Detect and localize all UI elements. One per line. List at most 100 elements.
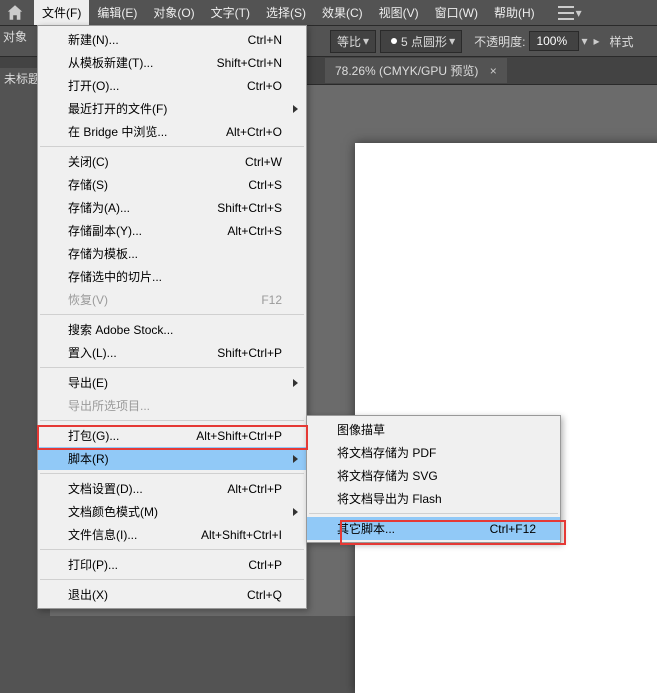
menu-item-label: 文档颜色模式(M) xyxy=(68,503,158,520)
menu-item[interactable]: 存储(S) Ctrl+S xyxy=(38,173,306,196)
menu-item[interactable]: 文件信息(I)...Alt+Shift+Ctrl+I xyxy=(38,523,306,546)
menu-item[interactable]: 打印(P)... Ctrl+P xyxy=(38,553,306,576)
menu-item[interactable]: 存储选中的切片... xyxy=(38,265,306,288)
menu-item[interactable]: 搜索 Adobe Stock... xyxy=(38,318,306,341)
menu-shortcut: Ctrl+Q xyxy=(247,588,282,602)
menu-item-label: 将文档存储为 SVG xyxy=(337,467,438,484)
menu-separator xyxy=(40,420,304,421)
menu-separator xyxy=(309,513,558,514)
style-label: 样式 xyxy=(610,33,634,50)
scale-mode-select[interactable]: 等比 ▾ xyxy=(330,30,376,53)
menu-item[interactable]: 效果(C) xyxy=(314,0,371,25)
menu-item[interactable]: 打包(G)... Alt+Shift+Ctrl+P xyxy=(38,424,306,447)
menu-item[interactable]: 存储为模板... xyxy=(38,242,306,265)
menu-separator xyxy=(40,473,304,474)
menu-item[interactable]: 在 Bridge 中浏览... Alt+Ctrl+O xyxy=(38,120,306,143)
menu-shortcut: Shift+Ctrl+N xyxy=(217,56,282,70)
menu-item[interactable]: 编辑(E) xyxy=(89,0,145,25)
menu-separator xyxy=(40,314,304,315)
menu-item-label: 其它脚本... xyxy=(337,520,395,537)
menu-item-label: 存储(S) xyxy=(68,176,108,193)
menu-item[interactable]: 退出(X) Ctrl+Q xyxy=(38,583,306,606)
menu-shortcut: Alt+Shift+Ctrl+P xyxy=(196,429,282,443)
menu-shortcut: Ctrl+S xyxy=(248,178,282,192)
chevron-right-icon[interactable]: ▸ xyxy=(593,34,599,48)
menu-item-label: 图像描草 xyxy=(337,421,385,438)
chevron-right-icon xyxy=(293,105,298,113)
chevron-right-icon xyxy=(293,455,298,463)
menu-item[interactable]: 选择(S) xyxy=(258,0,314,25)
menubar: 文件(F)编辑(E)对象(O)文字(T)选择(S)效果(C)视图(V)窗口(W)… xyxy=(0,0,657,25)
menu-item-label: 从模板新建(T)... xyxy=(68,54,153,71)
menu-item-label: 导出所选项目... xyxy=(68,397,150,414)
menu-item[interactable]: 导出(E) xyxy=(38,371,306,394)
menu-item-label: 搜索 Adobe Stock... xyxy=(68,321,173,338)
menu-item[interactable]: 置入(L)... Shift+Ctrl+P xyxy=(38,341,306,364)
menu-item[interactable]: 存储为(A)... Shift+Ctrl+S xyxy=(38,196,306,219)
menu-item-label: 关闭(C) xyxy=(68,153,109,170)
menu-item-label: 打包(G)... xyxy=(68,427,119,444)
opacity-label: 不透明度: xyxy=(474,33,525,50)
menu-item[interactable]: 文字(T) xyxy=(203,0,258,25)
menu-item[interactable]: 关闭(C) Ctrl+W xyxy=(38,150,306,173)
menu-item[interactable]: 脚本(R) xyxy=(38,447,306,470)
menu-item[interactable]: 其它脚本... Ctrl+F12 xyxy=(307,517,560,540)
menu-item-label: 打开(O)... xyxy=(68,77,119,94)
menu-item-label: 将文档导出为 Flash xyxy=(337,490,442,507)
menu-item[interactable]: 窗口(W) xyxy=(427,0,486,25)
menu-separator xyxy=(40,367,304,368)
menu-item[interactable]: 帮助(H) xyxy=(486,0,543,25)
menu-item-label: 存储副本(Y)... xyxy=(68,222,142,239)
menu-item-label: 置入(L)... xyxy=(68,344,117,361)
tab-title: 78.26% (CMYK/GPU 预览) xyxy=(335,64,478,78)
home-icon[interactable] xyxy=(6,4,24,22)
menu-item[interactable]: 存储副本(Y)...Alt+Ctrl+S xyxy=(38,219,306,242)
menu-item[interactable]: 文档颜色模式(M) xyxy=(38,500,306,523)
menu-item-label: 最近打开的文件(F) xyxy=(68,100,167,117)
menu-item-label: 存储为模板... xyxy=(68,245,138,262)
menu-item[interactable]: 对象(O) xyxy=(145,0,202,25)
menu-shortcut: Ctrl+P xyxy=(248,558,282,572)
menu-item[interactable]: 新建(N)...Ctrl+N xyxy=(38,28,306,51)
file-menu-dropdown: 新建(N)...Ctrl+N 从模板新建(T)... Shift+Ctrl+N 打开(… xyxy=(37,25,307,609)
menu-item-label: 打印(P)... xyxy=(68,556,118,573)
chevron-down-icon[interactable]: ▾ xyxy=(581,34,587,48)
menu-item: 导出所选项目... xyxy=(38,394,306,417)
menu-item-label: 将文档存储为 PDF xyxy=(337,444,436,461)
menu-shortcut: F12 xyxy=(261,293,282,307)
menu-item[interactable]: 打开(O)... Ctrl+O xyxy=(38,74,306,97)
menu-item[interactable]: 将文档导出为 Flash xyxy=(307,487,560,510)
menu-item-label: 存储为(A)... xyxy=(68,199,130,216)
menu-item-label: 文件信息(I)... xyxy=(68,526,137,543)
menu-item[interactable]: 视图(V) xyxy=(371,0,427,25)
menu-item-label: 脚本(R) xyxy=(68,450,109,467)
menu-shortcut: Ctrl+F12 xyxy=(490,522,536,536)
menu-item[interactable]: 图像描草 xyxy=(307,418,560,441)
close-icon[interactable]: × xyxy=(490,64,497,78)
stroke-select[interactable]: 5 点圆形 ▾ xyxy=(380,30,462,53)
menu-shortcut: Ctrl+N xyxy=(248,33,282,47)
menu-item[interactable]: 从模板新建(T)... Shift+Ctrl+N xyxy=(38,51,306,74)
menu-item-label: 在 Bridge 中浏览... xyxy=(68,123,167,140)
menu-item-label: 导出(E) xyxy=(68,374,108,391)
menu-item[interactable]: 文件(F) xyxy=(34,0,89,25)
menu-shortcut: Ctrl+O xyxy=(247,79,282,93)
menu-separator xyxy=(40,549,304,550)
menu-item[interactable]: 将文档存储为 SVG xyxy=(307,464,560,487)
menu-item-label: 退出(X) xyxy=(68,586,108,603)
chevron-down-icon: ▾ xyxy=(576,6,582,20)
menu-item[interactable]: 将文档存储为 PDF xyxy=(307,441,560,464)
menu-item[interactable]: 最近打开的文件(F) xyxy=(38,97,306,120)
menu-shortcut: Shift+Ctrl+P xyxy=(217,346,282,360)
opacity-input[interactable] xyxy=(529,31,579,51)
document-tab[interactable]: 78.26% (CMYK/GPU 预览) × xyxy=(325,58,507,83)
menu-item[interactable]: 文档设置(D)...Alt+Ctrl+P xyxy=(38,477,306,500)
chevron-right-icon xyxy=(293,379,298,387)
view-switcher-icon[interactable] xyxy=(558,6,574,20)
menu-shortcut: Alt+Ctrl+O xyxy=(226,125,282,139)
menu-shortcut: Shift+Ctrl+S xyxy=(217,201,282,215)
menu-item: 恢复(V)F12 xyxy=(38,288,306,311)
menu-item-label: 文档设置(D)... xyxy=(68,480,143,497)
menu-item-label: 存储选中的切片... xyxy=(68,268,162,285)
menu-shortcut: Ctrl+W xyxy=(245,155,282,169)
